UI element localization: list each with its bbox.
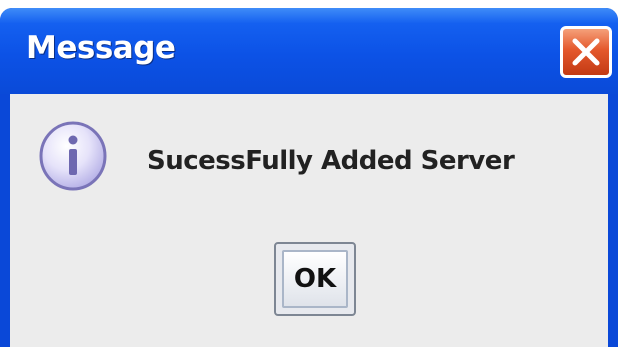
close-button[interactable] xyxy=(560,26,612,78)
message-text: SucessFully Added Server xyxy=(147,146,515,176)
close-icon xyxy=(572,38,600,66)
ok-button[interactable]: OK xyxy=(274,242,356,316)
info-icon xyxy=(39,121,107,191)
ok-button-focus-ring: OK xyxy=(282,250,348,308)
page: Message SucessFully Added Server OK xyxy=(0,0,618,347)
message-dialog: Message SucessFully Added Server OK xyxy=(0,8,618,347)
title-bar[interactable]: Message xyxy=(0,8,618,94)
ok-button-label: OK xyxy=(293,264,337,294)
dialog-content: SucessFully Added Server OK xyxy=(10,94,608,347)
dialog-title: Message xyxy=(26,30,176,66)
